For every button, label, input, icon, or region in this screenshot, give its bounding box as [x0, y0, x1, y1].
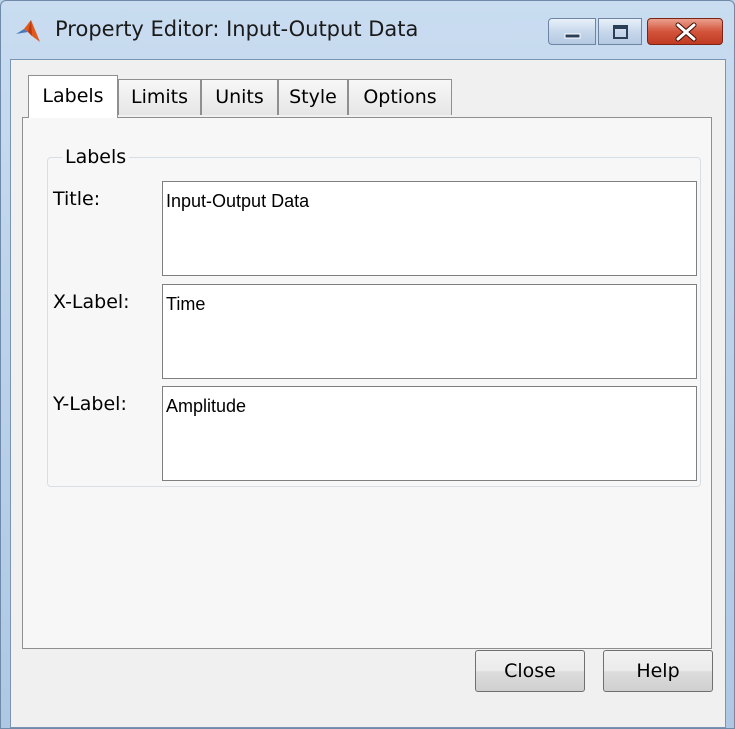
- property-editor-window: Property Editor: Input-Output Data Label…: [0, 0, 735, 729]
- labels-group-title: Labels: [62, 146, 130, 168]
- maximize-button[interactable]: [598, 18, 642, 45]
- tab-limits[interactable]: Limits: [118, 79, 201, 115]
- close-window-button[interactable]: [647, 18, 723, 45]
- dialog-content: Labels Limits Units Style Options Labels…: [10, 59, 726, 728]
- tab-labels[interactable]: Labels: [28, 75, 118, 118]
- maximize-icon: [613, 25, 628, 39]
- minimize-icon: [564, 33, 581, 39]
- x-label-field-label: X-Label:: [53, 291, 130, 313]
- help-button[interactable]: Help: [603, 650, 713, 692]
- y-label-input[interactable]: Amplitude: [162, 386, 697, 481]
- x-label-input[interactable]: Time: [162, 284, 697, 379]
- labels-tab-panel: Labels Title: Input-Output Data X-Label:…: [22, 117, 712, 649]
- tab-options[interactable]: Options: [348, 79, 452, 115]
- title-bar[interactable]: Property Editor: Input-Output Data: [1, 1, 734, 59]
- close-icon: [675, 22, 697, 42]
- tab-units[interactable]: Units: [201, 79, 278, 115]
- tab-style[interactable]: Style: [278, 79, 348, 115]
- close-button[interactable]: Close: [475, 650, 585, 692]
- matlab-logo-icon: [16, 20, 40, 42]
- window-title: Property Editor: Input-Output Data: [55, 17, 419, 41]
- minimize-button[interactable]: [548, 18, 596, 45]
- title-input[interactable]: Input-Output Data: [162, 181, 697, 276]
- title-field-label: Title:: [53, 188, 101, 210]
- y-label-field-label: Y-Label:: [53, 393, 127, 415]
